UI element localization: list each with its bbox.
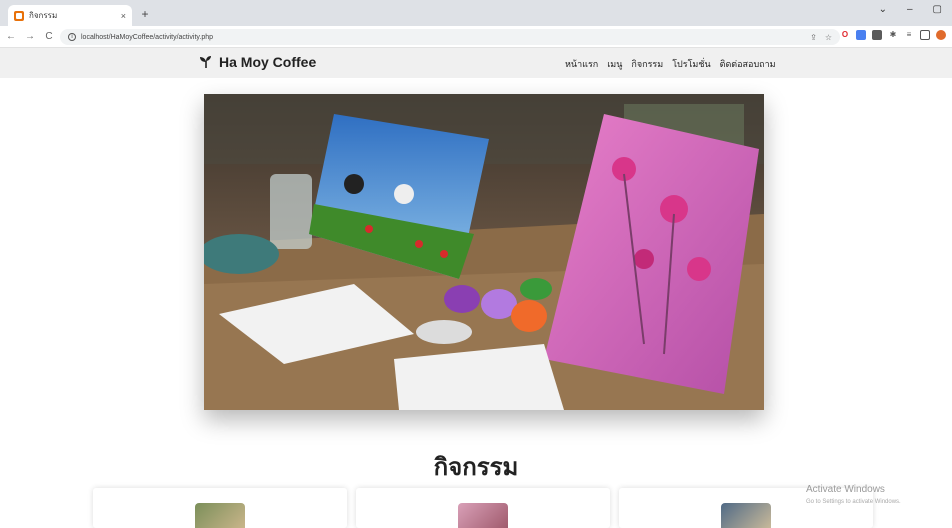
reload-button[interactable]: C [41,31,57,42]
minimize-button[interactable]: – [907,4,913,15]
browser-toolbar: ← → C i localhost/HaMoyCoffee/activity/a… [0,26,952,48]
back-button[interactable]: ← [3,31,19,42]
brand-logo[interactable]: Ha Moy Coffee [199,54,316,70]
nav-activity[interactable]: กิจกรรม [631,57,663,71]
brand-name: Ha Moy Coffee [219,54,317,70]
main-menu: หน้าแรก เมนู กิจกรรม โปรโมชั่น ติดต่อสอบ… [565,57,776,71]
nav-contact[interactable]: ติดต่อสอบถาม [720,57,776,71]
extensions-area: O ✱ ≡ [840,30,946,40]
activity-thumbnail [195,503,245,528]
profile-avatar-icon[interactable] [936,30,946,40]
tab-search-icon[interactable]: ⌄ [879,4,887,15]
watermark-subtitle: Go to Settings to activate Windows. [806,499,901,505]
activate-windows-watermark: Activate Windows Go to Settings to activ… [806,484,901,508]
sidepanel-icon[interactable] [920,30,930,40]
browser-tab-strip: กิจกรรม × + ⌄ – ▢ [0,0,952,26]
nav-promotion[interactable]: โปรโมชั่น [672,57,710,71]
site-navbar: Ha Moy Coffee หน้าแรก เมนู กิจกรรม โปรโม… [0,48,952,78]
activity-card[interactable] [356,488,610,528]
hero-image [204,94,764,410]
extensions-puzzle-icon[interactable]: ✱ [888,30,898,40]
maximize-button[interactable]: ▢ [933,4,942,15]
activity-thumbnail [721,503,771,528]
nav-home[interactable]: หน้าแรก [565,57,598,71]
address-bar[interactable]: i localhost/HaMoyCoffee/activity/activit… [60,29,840,45]
reading-list-icon[interactable]: ≡ [904,30,914,40]
section-title: กิจกรรม [433,453,519,481]
opera-extension-icon[interactable]: O [840,30,850,40]
translate-extension-icon[interactable] [856,30,866,40]
window-controls: ⌄ – ▢ [879,4,942,15]
new-tab-button[interactable]: + [138,8,152,22]
site-info-icon[interactable]: i [68,33,76,41]
forward-button[interactable]: → [22,31,38,42]
url-text: localhost/HaMoyCoffee/activity/activity.… [81,33,214,41]
watermark-title: Activate Windows [806,484,885,495]
bookmark-star-icon[interactable]: ☆ [825,33,832,42]
sprout-icon [200,56,211,68]
browser-tab[interactable]: กิจกรรม × [8,5,132,26]
tab-title: กิจกรรม [29,11,58,20]
share-icon[interactable]: ⇪ [810,33,817,42]
activity-thumbnail [458,503,508,528]
save-extension-icon[interactable] [872,30,882,40]
tab-close-icon[interactable]: × [121,11,126,21]
activity-card[interactable] [93,488,347,528]
favicon-icon [14,10,24,21]
nav-menu[interactable]: เมนู [607,57,622,71]
